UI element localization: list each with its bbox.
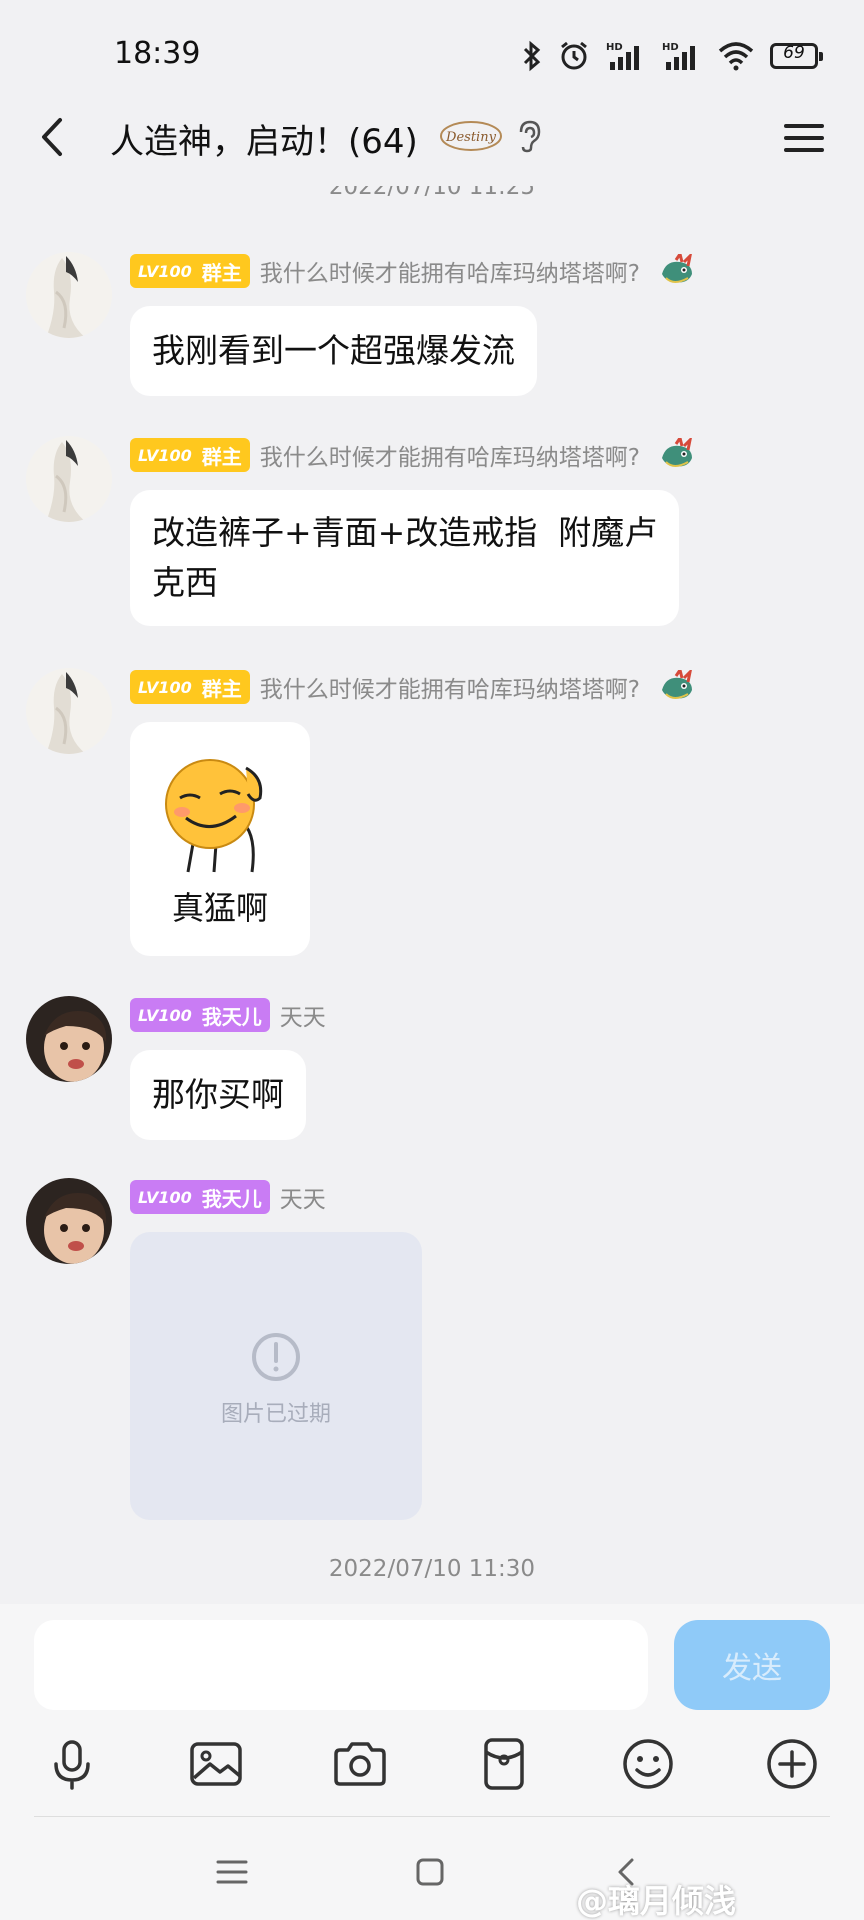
bluetooth-icon [523,40,541,72]
level-badge: LV100 我天儿 [130,998,270,1032]
avatar[interactable] [26,252,112,338]
image-icon[interactable] [186,1734,246,1794]
signal-icon-2: HD [662,42,695,70]
role-label: 我天儿 [201,1186,262,1211]
sticker-bubble[interactable]: 真猛啊 [130,722,310,956]
chat-screen: 18:39 HD HD 69 人造神，启动！(64) Destiny 2022/… [0,0,864,1920]
avatar[interactable] [26,996,112,1082]
sender-meta: LV100 群主 我什么时候才能拥有哈库玛纳塔塔啊? [130,438,696,472]
avatar[interactable] [26,1178,112,1264]
dragon-icon [662,254,692,283]
status-bar: 18:39 HD HD 69 [0,0,864,110]
send-button[interactable]: 发送 [674,1620,830,1710]
role-label: 群主 [201,444,242,469]
avatar[interactable] [26,668,112,754]
svg-text:HD: HD [606,42,623,53]
sender-meta: LV100 群主 我什么时候才能拥有哈库玛纳塔塔啊? [130,254,696,288]
sticker-caption: 真猛啊 [171,889,268,927]
signal-icon-1: HD [606,42,639,70]
sender-name[interactable]: 天天 [280,998,326,1032]
message-bubble[interactable]: 我刚看到一个超强爆发流 [130,306,537,396]
sender-meta: LV100 我天儿 天天 [130,998,326,1032]
recents-nav-icon[interactable] [212,1852,252,1892]
destiny-badge-text: Destiny [445,130,497,145]
level-badge: LV100 群主 [130,254,250,288]
role-label: 群主 [201,676,242,701]
menu-icon[interactable] [780,114,828,162]
smiley-sticker-icon [165,759,263,873]
role-label: 我天儿 [201,1004,262,1029]
battery-level: 69 [783,43,805,63]
role-label: 群主 [201,260,242,285]
red-packet-icon[interactable] [474,1734,534,1794]
expired-image-card[interactable]: 图片已过期 [130,1232,422,1520]
dragon-icon [662,438,692,467]
expired-image-label: 图片已过期 [220,1402,331,1427]
sender-name[interactable]: 我什么时候才能拥有哈库玛纳塔塔啊? [260,670,640,704]
message-input[interactable] [34,1620,648,1710]
svg-text:HD: HD [662,42,679,53]
input-area: 发送 @璃月倾浅 [0,1604,864,1920]
ear-icon[interactable] [514,118,544,154]
sender-meta: LV100 我天儿 天天 [130,1180,326,1214]
level-badge: LV100 群主 [130,438,250,472]
status-icons: HD HD 69 [522,36,823,76]
avatar[interactable] [26,436,112,522]
timestamp: 2022/07/10 11:30 [328,1556,536,1582]
chat-header: 人造神，启动！(64) Destiny [0,100,864,180]
group-title[interactable]: 人造神，启动！(64) [110,114,418,163]
plus-icon[interactable] [762,1734,822,1794]
level-badge: LV100 群主 [130,670,250,704]
battery-icon: 69 [770,43,823,69]
message-line: 改造裤子+青面+改造戒指 附魔卢 [152,513,658,552]
message-line: 克西 [152,563,218,602]
exclamation-icon [252,1333,300,1381]
watermark: @璃月倾浅 [576,1882,737,1920]
message-bubble[interactable]: 那你买啊 [130,1050,306,1140]
home-nav-icon[interactable] [410,1852,450,1892]
status-time: 18:39 [114,36,201,71]
divider [34,1816,830,1817]
wifi-icon [718,42,754,71]
dragon-icon [662,670,692,699]
back-icon[interactable] [28,112,78,162]
camera-icon[interactable] [330,1734,390,1794]
timestamp: 2022/07/10 11:25 [328,180,536,200]
level-badge: LV100 我天儿 [130,1180,270,1214]
sender-name[interactable]: 我什么时候才能拥有哈库玛纳塔塔啊? [260,254,640,288]
alarm-icon [561,41,587,70]
message-bubble[interactable]: 改造裤子+青面+改造戒指 附魔卢 克西 [130,490,680,626]
sender-name[interactable]: 我什么时候才能拥有哈库玛纳塔塔啊? [260,438,640,472]
emoji-icon[interactable] [618,1734,678,1794]
sender-name[interactable]: 天天 [280,1180,326,1214]
message-list[interactable]: 2022/07/10 11:25 LV100 群主 我什么时候才能拥有哈库玛纳塔塔… [0,180,864,1600]
sender-meta: LV100 群主 我什么时候才能拥有哈库玛纳塔塔啊? [130,670,696,704]
destiny-badge-icon: Destiny [440,121,502,151]
mic-icon[interactable] [42,1734,102,1794]
